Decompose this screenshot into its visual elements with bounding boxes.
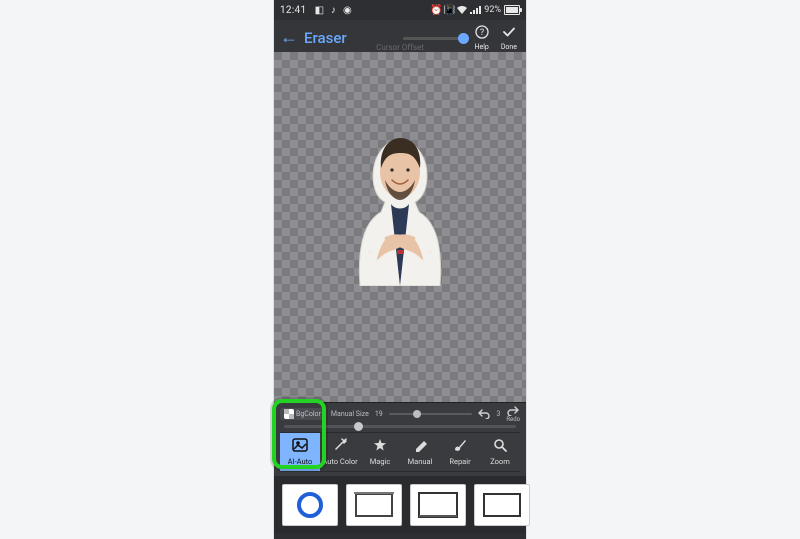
brush-icon [453,438,467,455]
mode-repair[interactable]: Repair [440,433,480,471]
help-icon: ? [475,25,489,42]
thumbnail-carousel[interactable] [274,476,526,533]
gallery-icon: ◧ [314,5,324,15]
battery-icon [504,5,520,15]
redo-icon [507,406,519,416]
mode-repair-label: Repair [449,457,470,466]
mode-ai-auto-label: AI-Auto [288,457,313,466]
check-icon [502,25,516,42]
mode-auto-color-label: Auto Color [322,457,357,466]
ai-auto-icon [292,438,308,455]
mode-zoom-label: Zoom [490,457,510,466]
wifi-icon [457,5,467,15]
thumb-frame-1[interactable] [346,484,402,526]
done-button[interactable]: Done [498,25,520,51]
mode-ai-auto[interactable]: AI-Auto [280,433,320,471]
tool-panel: BgColor Manual Size 19 3 Redo AI-Auto [274,402,526,476]
bgcolor-icon [284,409,294,419]
alarm-icon: ⏰ [431,5,441,15]
mode-auto-color[interactable]: Auto Color [320,433,360,471]
subject-cutout [345,126,455,286]
bgcolor-chip[interactable]: BgColor [280,408,325,420]
thumb-ring[interactable] [282,484,338,526]
redo-label: Redo [506,416,520,423]
redo-button[interactable]: Redo [506,406,520,423]
zoom-icon [493,438,507,455]
star-icon [373,438,387,455]
done-label: Done [501,43,517,51]
app-frame: 12:41 ◧ ♪ ◉ ⏰ 📳 92% ← Eraser ? Help [274,0,526,539]
vibrate-icon: 📳 [444,5,454,15]
redo-count: 3 [496,410,500,418]
eraser-icon [413,438,427,455]
svg-text:?: ? [480,28,484,38]
page-title: Eraser [304,29,347,47]
help-label: Help [474,43,488,51]
status-bar: 12:41 ◧ ♪ ◉ ⏰ 📳 92% [274,0,526,20]
thumb-frame-2[interactable] [410,484,466,526]
mode-zoom[interactable]: Zoom [480,433,520,471]
params-row: BgColor Manual Size 19 3 Redo [280,405,520,423]
undo-button[interactable] [478,409,490,419]
thumb-frame-3[interactable] [474,484,530,526]
brush-size-value: 19 [375,410,383,418]
mode-magic[interactable]: Magic [360,433,400,471]
mode-tabs: AI-Auto Auto Color Magic Manual [280,432,520,472]
battery-pct: 92% [484,5,501,15]
secondary-slider[interactable] [284,425,516,428]
mode-manual-label: Manual [408,457,433,466]
status-time: 12:41 [280,5,306,16]
signal-icon [470,6,481,14]
wand-icon [333,438,347,455]
help-button[interactable]: ? Help [471,25,491,51]
messenger-icon: ◉ [342,5,352,15]
brush-size-slider[interactable] [389,413,473,415]
back-icon[interactable]: ← [280,29,298,47]
bgcolor-label: BgColor [296,410,321,418]
undo-icon [478,409,490,419]
mode-manual[interactable]: Manual [400,433,440,471]
manual-size-label: Manual Size [331,410,369,418]
tiktok-icon: ♪ [328,5,338,15]
editing-canvas[interactable] [274,52,526,402]
mode-magic-label: Magic [370,457,391,466]
cursor-offset-slider[interactable] [403,37,465,40]
